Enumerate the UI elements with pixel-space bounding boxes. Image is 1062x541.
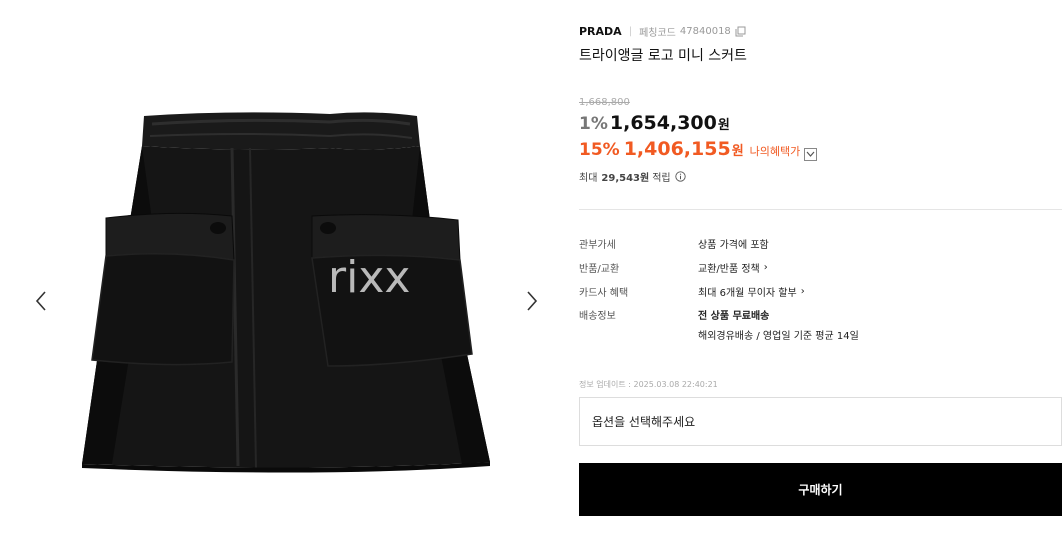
- chevron-down-icon[interactable]: [804, 147, 818, 161]
- return-policy-link[interactable]: 교환/반품 정책 ›: [698, 260, 768, 275]
- reward-points: 최대 29,543원 적립: [579, 169, 686, 184]
- benefit-label[interactable]: 나의혜택가: [750, 143, 801, 159]
- my-benefit-price-row: 15% 1,406,155 원 나의혜택가: [579, 138, 818, 161]
- benefit-discount-percent: 15%: [579, 140, 620, 160]
- points-amount: 29,543원: [601, 173, 650, 184]
- copy-icon[interactable]: [735, 26, 746, 37]
- update-timestamp: 정보 업데이트 : 2025.03.08 22:40:21: [579, 380, 718, 389]
- spec-value: 상품 가격에 포함: [698, 240, 769, 251]
- product-code: 47840018: [679, 26, 731, 37]
- benefit-price: 1,406,155: [623, 138, 731, 160]
- section-divider: [579, 209, 1062, 210]
- brand-row: PRADA | 페칭코드 47840018: [579, 24, 746, 39]
- card-benefit-link[interactable]: 최대 6개월 무이자 할부 ›: [698, 284, 805, 299]
- divider: |: [628, 26, 633, 37]
- product-gallery: rixx: [0, 0, 572, 541]
- current-price: 1,654,300: [609, 112, 717, 134]
- product-title: 트라이앵글 로고 미니 스커트: [579, 48, 747, 64]
- option-select[interactable]: 옵션을 선택해주세요: [579, 397, 1062, 446]
- watermark: rixx: [328, 252, 411, 303]
- chevron-right-icon[interactable]: [518, 286, 546, 316]
- info-icon[interactable]: [674, 171, 686, 182]
- spec-value: 최대 6개월 무이자 할부: [698, 288, 797, 299]
- spec-label: 카드사 혜택: [579, 288, 629, 299]
- price-row: 1% 1,654,300 원: [579, 112, 730, 134]
- points-prefix: 최대: [579, 173, 598, 184]
- chevron-right-icon: ›: [800, 286, 805, 297]
- product-info-panel: PRADA | 페칭코드 47840018 트라이앵글 로고 미니 스커트 1,…: [579, 0, 1062, 541]
- code-label: 페칭코드: [639, 28, 676, 39]
- points-suffix: 적립: [652, 173, 671, 184]
- spec-label: 반품/교환: [579, 264, 620, 275]
- discount-percent: 1%: [579, 114, 608, 134]
- brand-name[interactable]: PRADA: [579, 25, 622, 38]
- product-image: [82, 112, 490, 473]
- chevron-right-icon: ›: [763, 262, 768, 273]
- spec-value: 교환/반품 정책: [698, 264, 760, 275]
- original-price: 1,668,800: [579, 97, 630, 108]
- currency-unit: 원: [717, 118, 730, 133]
- benefit-currency-unit: 원: [731, 144, 744, 159]
- spec-label: 관부가세: [579, 240, 616, 251]
- buy-button[interactable]: 구매하기: [579, 463, 1062, 516]
- shipping-detail: 해외경유배송 / 영업일 기준 평균 14일: [698, 331, 859, 342]
- spec-value: 전 상품 무료배송: [698, 311, 770, 322]
- spec-label: 배송정보: [579, 311, 616, 322]
- chevron-left-icon[interactable]: [27, 286, 55, 316]
